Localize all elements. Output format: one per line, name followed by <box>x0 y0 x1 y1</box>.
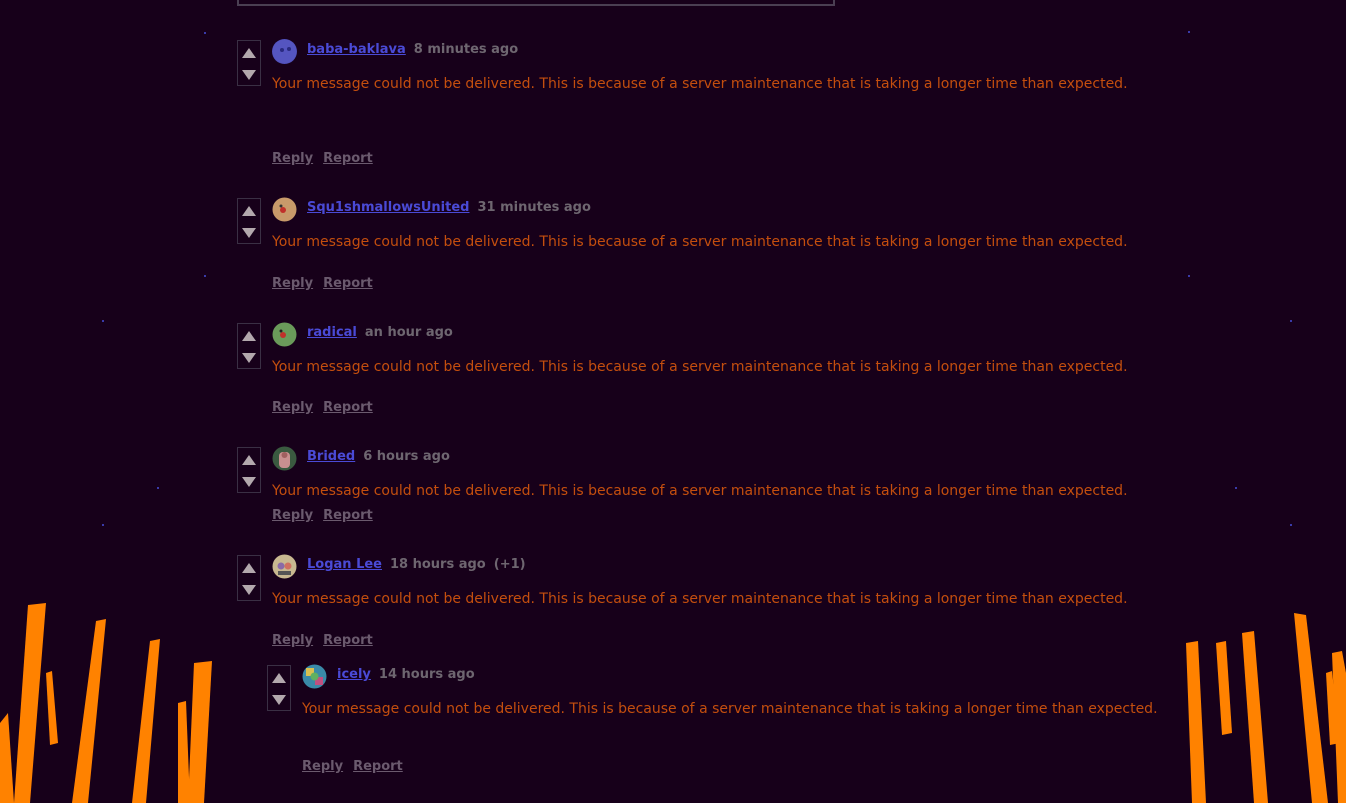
vote-box <box>237 447 261 493</box>
comment-message: Your message could not be delivered. Thi… <box>272 359 1128 375</box>
avatar[interactable] <box>272 39 297 64</box>
downvote-icon[interactable] <box>242 228 256 238</box>
vote-box <box>237 198 261 244</box>
star-decoration <box>1188 275 1190 277</box>
comment-meta: radical an hour ago <box>307 325 453 340</box>
comment-actions: Reply Report <box>272 508 383 523</box>
comment-meta: baba-baklava 8 minutes ago <box>307 42 518 57</box>
star-decoration <box>204 275 206 277</box>
downvote-icon[interactable] <box>242 353 256 363</box>
upvote-icon[interactable] <box>242 48 256 58</box>
comment-message: Your message could not be delivered. Thi… <box>272 76 1128 92</box>
report-link[interactable]: Report <box>353 759 403 774</box>
timestamp: an hour ago <box>364 325 453 340</box>
avatar[interactable] <box>272 197 297 222</box>
score-badge: (+1) <box>493 557 526 572</box>
comment-actions: Reply Report <box>272 400 383 415</box>
report-link[interactable]: Report <box>323 151 373 166</box>
downvote-icon[interactable] <box>272 695 286 705</box>
upvote-icon[interactable] <box>272 673 286 683</box>
comment-meta: Brided 6 hours ago <box>307 449 450 464</box>
star-decoration <box>1235 487 1237 489</box>
comment-actions: Reply Report <box>272 276 383 291</box>
upvote-icon[interactable] <box>242 455 256 465</box>
comment-message: Your message could not be delivered. Thi… <box>272 483 1128 499</box>
username-link[interactable]: baba-baklava <box>307 42 406 57</box>
comment-input-box[interactable] <box>237 0 835 6</box>
star-decoration <box>102 524 104 526</box>
flame-decoration-left <box>0 603 212 803</box>
comment-actions: Reply Report <box>272 151 383 166</box>
avatar[interactable] <box>272 446 297 471</box>
username-link[interactable]: Logan Lee <box>307 557 382 572</box>
star-decoration <box>1290 524 1292 526</box>
downvote-icon[interactable] <box>242 70 256 80</box>
vote-box <box>237 555 261 601</box>
timestamp: 18 hours ago <box>390 557 486 572</box>
timestamp: 14 hours ago <box>378 667 475 682</box>
downvote-icon[interactable] <box>242 477 256 487</box>
upvote-icon[interactable] <box>242 331 256 341</box>
reply-link[interactable]: Reply <box>272 633 313 648</box>
reply-link[interactable]: Reply <box>272 151 313 166</box>
report-link[interactable]: Report <box>323 508 373 523</box>
comment-message: Your message could not be delivered. Thi… <box>272 591 1128 607</box>
reply-link[interactable]: Reply <box>272 508 313 523</box>
timestamp: 6 hours ago <box>363 449 450 464</box>
timestamp: 8 minutes ago <box>413 42 519 57</box>
report-link[interactable]: Report <box>323 400 373 415</box>
comment-meta: icely 14 hours ago <box>337 667 475 682</box>
comment-message: Your message could not be delivered. Thi… <box>302 701 1158 717</box>
comment-message: Your message could not be delivered. Thi… <box>272 234 1128 250</box>
star-decoration <box>102 320 104 322</box>
reply-link[interactable]: Reply <box>272 276 313 291</box>
report-link[interactable]: Report <box>323 276 373 291</box>
timestamp: 31 minutes ago <box>477 200 591 215</box>
username-link[interactable]: Squ1shmallowsUnited <box>307 200 469 215</box>
avatar[interactable] <box>272 554 297 579</box>
vote-box <box>267 665 291 711</box>
avatar[interactable] <box>302 664 327 689</box>
report-link[interactable]: Report <box>323 633 373 648</box>
username-link[interactable]: Brided <box>307 449 355 464</box>
vote-box <box>237 40 261 86</box>
downvote-icon[interactable] <box>242 585 256 595</box>
star-decoration <box>1290 320 1292 322</box>
upvote-icon[interactable] <box>242 563 256 573</box>
username-link[interactable]: icely <box>337 667 371 682</box>
reply-link[interactable]: Reply <box>302 759 343 774</box>
star-decoration <box>1188 31 1190 33</box>
username-link[interactable]: radical <box>307 325 357 340</box>
upvote-icon[interactable] <box>242 206 256 216</box>
comment-actions: Reply Report <box>302 759 413 774</box>
comment-meta: Squ1shmallowsUnited 31 minutes ago <box>307 200 591 215</box>
star-decoration <box>204 32 206 34</box>
flame-decoration-right <box>1186 613 1346 803</box>
star-decoration <box>157 487 159 489</box>
comment-actions: Reply Report <box>272 633 383 648</box>
comment-meta: Logan Lee 18 hours ago (+1) <box>307 557 526 572</box>
reply-link[interactable]: Reply <box>272 400 313 415</box>
avatar[interactable] <box>272 322 297 347</box>
vote-box <box>237 323 261 369</box>
